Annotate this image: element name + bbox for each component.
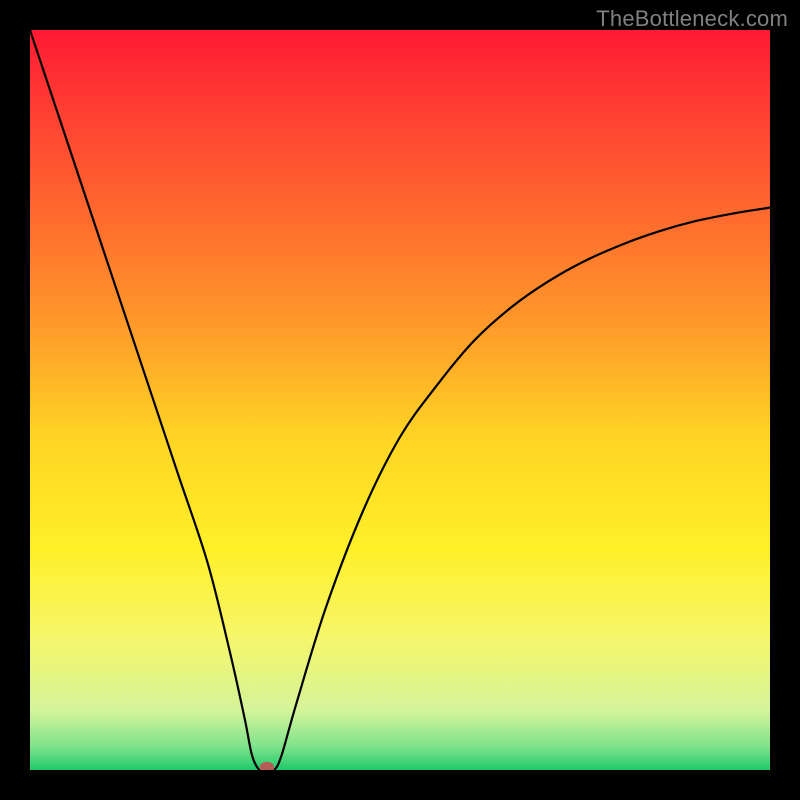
plot-area bbox=[30, 30, 770, 770]
watermark-text: TheBottleneck.com bbox=[596, 6, 788, 32]
bottleneck-curve bbox=[30, 30, 770, 770]
optimal-point-marker bbox=[260, 762, 274, 770]
chart-frame: TheBottleneck.com bbox=[0, 0, 800, 800]
